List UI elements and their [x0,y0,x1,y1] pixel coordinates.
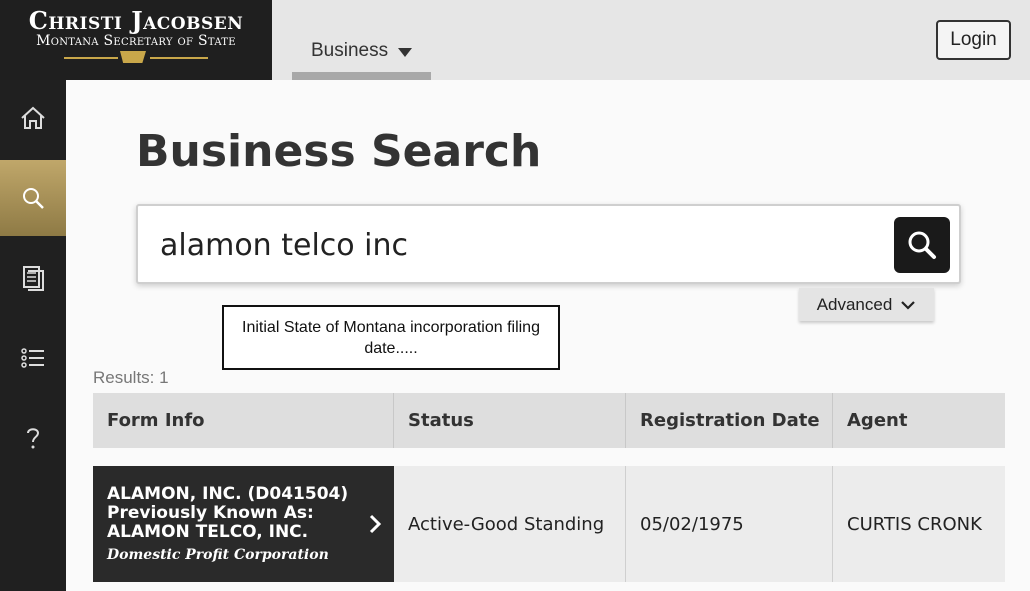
help-icon [27,428,40,449]
montana-seal-icon [120,51,146,63]
search-button[interactable] [894,217,950,273]
sidebar [0,80,66,591]
list-icon [21,348,44,368]
column-header-agent[interactable]: Agent [833,393,1005,448]
brand-logo[interactable]: Christi Jacobsen Montana Secretary of St… [0,0,272,80]
search-input[interactable] [160,224,860,266]
caret-down-icon [398,48,412,57]
registration-date-cell: 05/02/1975 [626,466,833,582]
entity-name: ALAMON, INC. (D041504) [107,484,349,504]
column-header-status[interactable]: Status [394,393,626,448]
brand-name: Christi Jacobsen [28,6,244,35]
sidebar-item-list[interactable] [0,320,66,396]
sidebar-item-help[interactable] [0,400,66,476]
search-box [136,204,961,284]
column-header-registration-date[interactable]: Registration Date [626,393,833,448]
brand-subtitle: Montana Secretary of State [36,33,236,49]
results-table-header: Form Info Status Registration Date Agent [93,393,1005,448]
status-cell: Active-Good Standing [394,466,626,582]
search-icon [23,188,44,209]
form-info-cell[interactable]: ALAMON, INC. (D041504) Previously Known … [93,466,394,582]
advanced-search-button[interactable]: Advanced [799,288,934,321]
entity-former-name: ALAMON TELCO, INC. [107,522,309,542]
brand-divider-left [64,57,118,59]
business-menu-label: Business [311,40,389,61]
active-tab-indicator [292,72,431,80]
login-button[interactable]: Login [936,20,1011,60]
entity-previously-known-label: Previously Known As: [107,503,314,523]
home-icon [21,106,45,129]
main-content: Business Search Advanced Initial State o… [66,80,1030,591]
advanced-label: Advanced [816,294,893,314]
sidebar-item-search[interactable] [0,160,66,236]
sidebar-item-home[interactable] [0,80,66,156]
table-row[interactable]: ALAMON, INC. (D041504) Previously Known … [93,466,1005,582]
annotation-callout: Initial State of Montana incorporation f… [222,305,560,370]
column-header-form-info[interactable]: Form Info [93,393,394,448]
entity-type: Domestic Profit Corporation [107,547,329,563]
business-menu-tab[interactable]: Business [292,36,431,80]
sidebar-item-documents[interactable] [0,240,66,316]
chevron-down-icon [901,300,916,310]
agent-cell: CURTIS CRONK [847,513,982,535]
document-icon [23,266,44,291]
page-title: Business Search [136,126,542,177]
search-icon [908,231,936,259]
chevron-right-icon [369,514,382,534]
brand-divider-right [150,57,208,59]
results-count: Results: 1 [93,368,169,387]
top-bar: Business Login [272,0,1030,80]
